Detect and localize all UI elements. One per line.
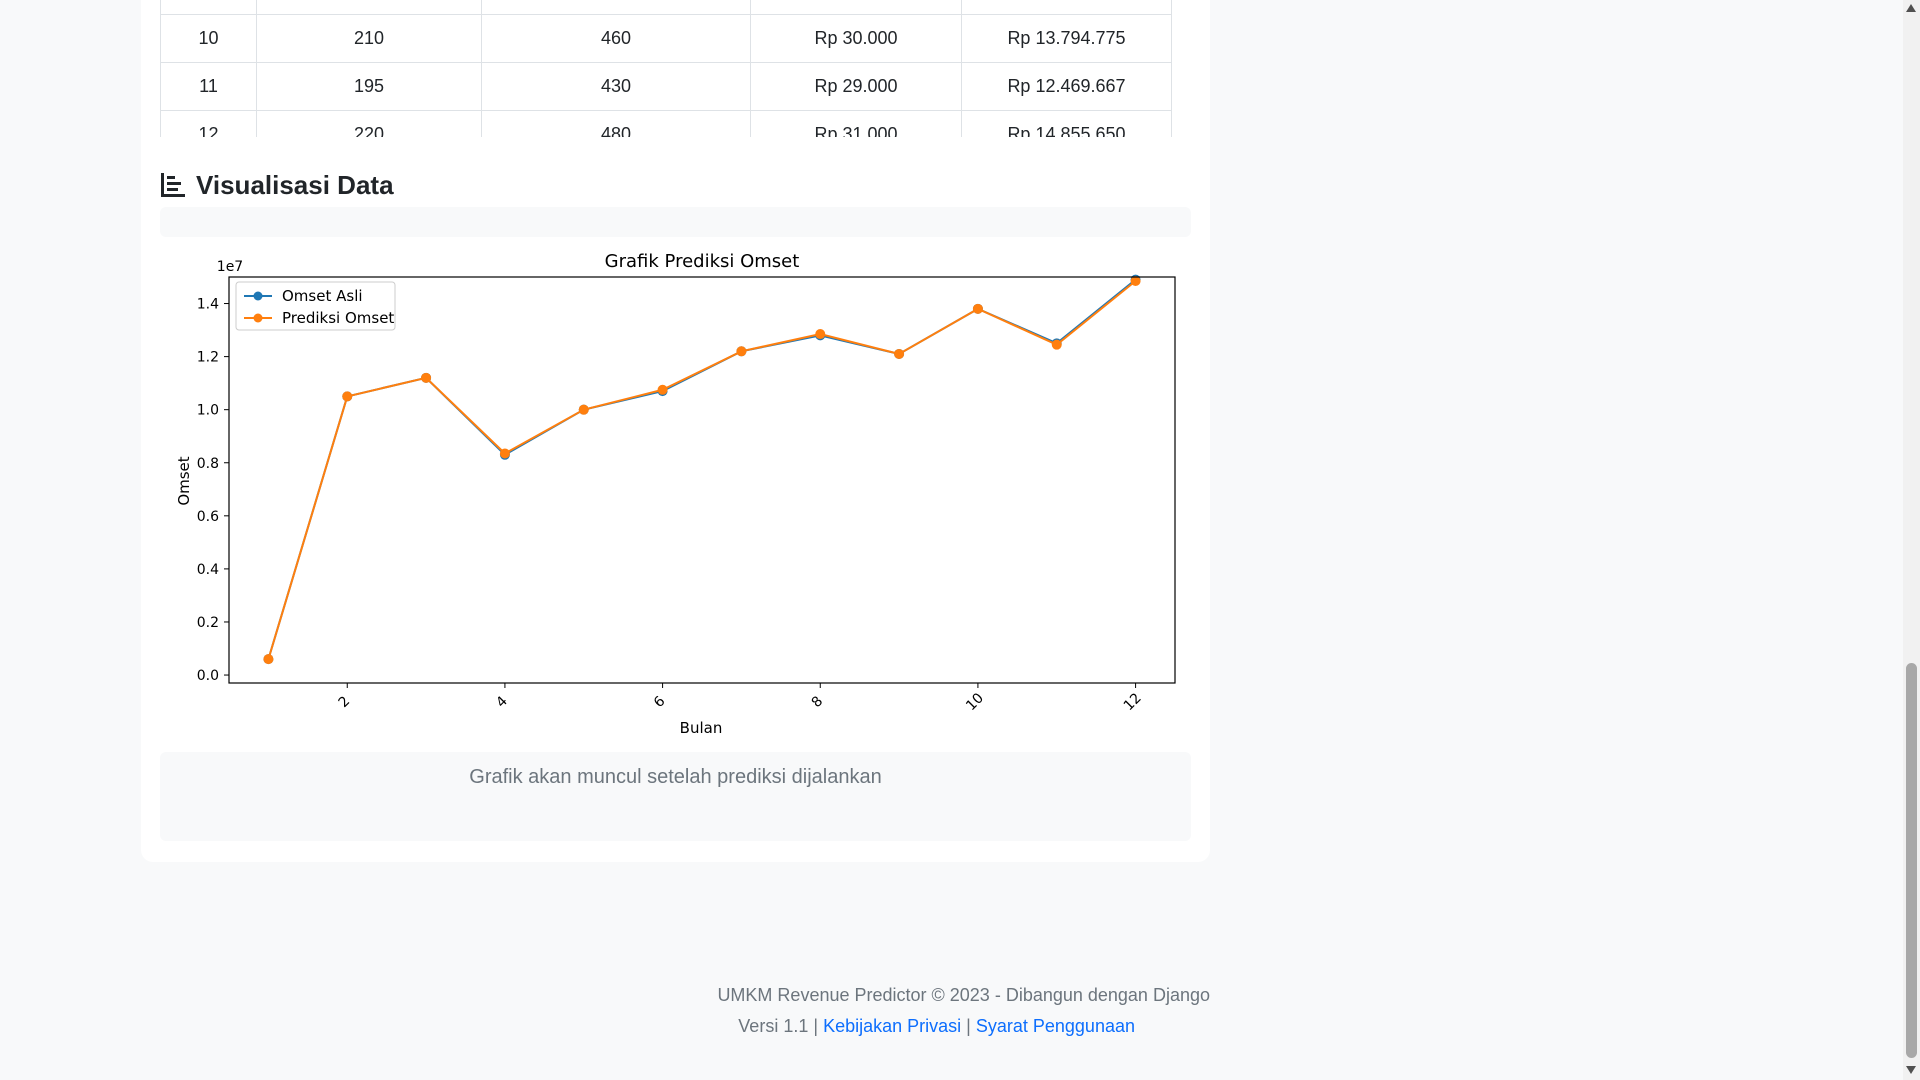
data-table-container[interactable]: 10 210 460 Rp 30.000 Rp 13.794.775 11 19…: [160, 0, 1191, 137]
table-row: 10 210 460 Rp 30.000 Rp 13.794.775: [160, 14, 1172, 63]
data-point-prediksi-omset: [499, 448, 510, 459]
scroll-down-arrow-icon[interactable]: [1906, 1066, 1916, 1074]
data-point-prediksi-omset: [263, 654, 274, 665]
y-tick-label: 0.4: [197, 562, 219, 578]
y-tick-label: 0.8: [197, 456, 219, 472]
chart-legend: Omset Asli Prediksi Omset: [235, 281, 396, 331]
table-row: [160, 0, 1172, 15]
y-tick-label: 1.4: [197, 297, 219, 313]
y-tick-label: 1.2: [197, 350, 219, 366]
footer-links: Versi 1.1 | Kebijakan Privasi | Syarat P…: [141, 1016, 1210, 1037]
data-point-prediksi-omset: [578, 404, 589, 415]
table-cell: Rp 30.000: [750, 14, 962, 63]
table-cell: 460: [481, 14, 751, 63]
revenue-line-chart: Grafik Prediksi Omset 1e7 Bulan Omset 0.…: [160, 240, 1191, 740]
chart-container-top: [160, 207, 1191, 237]
table-cell: Rp 13.794.775: [961, 14, 1172, 63]
data-table: 10 210 460 Rp 30.000 Rp 13.794.775 11 19…: [160, 0, 1172, 137]
data-point-prediksi-omset: [894, 348, 905, 359]
section-heading: Visualisasi Data: [160, 168, 394, 202]
table-cell: 195: [256, 62, 482, 111]
x-axis-label: Bulan: [680, 719, 723, 737]
table-cell: Rp 31.000: [750, 110, 962, 137]
data-point-prediksi-omset: [342, 391, 353, 402]
table-cell: 430: [481, 62, 751, 111]
table-cell: 480: [481, 110, 751, 137]
privacy-policy-link[interactable]: Kebijakan Privasi: [823, 1016, 961, 1036]
footer-version: Versi 1.1: [738, 1016, 809, 1036]
footer-separator: |: [813, 1016, 819, 1036]
chart-bar-icon: [161, 173, 185, 197]
chart-placeholder-box: Grafik akan muncul setelah prediksi dija…: [160, 752, 1191, 841]
table-row: 11 195 430 Rp 29.000 Rp 12.469.667: [160, 62, 1172, 111]
page-scrollbar[interactable]: [1903, 0, 1920, 1080]
legend-marker-omset-asli: [253, 291, 263, 301]
footer-separator: |: [966, 1016, 971, 1036]
data-point-prediksi-omset: [815, 329, 826, 340]
data-point-prediksi-omset: [736, 346, 747, 357]
data-point-prediksi-omset: [657, 384, 668, 395]
legend-label-omset-asli: Omset Asli: [282, 287, 363, 305]
table-cell: 220: [256, 110, 482, 137]
scroll-up-arrow-icon[interactable]: [1906, 4, 1916, 12]
chart-title: Grafik Prediksi Omset: [605, 251, 800, 272]
y-tick-label: 0.6: [197, 509, 219, 525]
data-point-prediksi-omset: [421, 372, 432, 383]
page-scrollbar-thumb[interactable]: [1906, 663, 1917, 1058]
legend-label-prediksi-omset: Prediksi Omset: [282, 309, 394, 327]
table-cell: Rp 29.000: [750, 62, 962, 111]
chart-placeholder-text: Grafik akan muncul setelah prediksi dija…: [469, 766, 882, 788]
y-axis-multiplier: 1e7: [217, 259, 243, 275]
table-cell: 210: [256, 14, 482, 63]
data-point-prediksi-omset: [1051, 339, 1062, 350]
y-tick-label: 0.2: [197, 615, 219, 631]
table-row: 12 220 480 Rp 31.000 Rp 14.855.650: [160, 110, 1172, 137]
data-point-prediksi-omset: [972, 303, 983, 314]
section-title: Visualisasi Data: [196, 169, 394, 200]
table-cell: 11: [160, 62, 257, 111]
footer-copyright: UMKM Revenue Predictor © 2023 - Dibangun…: [717, 985, 1210, 1005]
table-cell: Rp 14.855.650: [961, 110, 1172, 137]
y-tick-label: 1.0: [197, 403, 219, 419]
table-cell: Rp 12.469.667: [961, 62, 1172, 111]
y-tick-label: 0.0: [197, 668, 219, 684]
legend-marker-prediksi-omset: [253, 313, 263, 323]
table-cell: 10: [160, 14, 257, 63]
terms-of-use-link[interactable]: Syarat Penggunaan: [976, 1016, 1135, 1036]
table-cell: 12: [160, 110, 257, 137]
y-axis-label: Omset: [175, 456, 193, 505]
